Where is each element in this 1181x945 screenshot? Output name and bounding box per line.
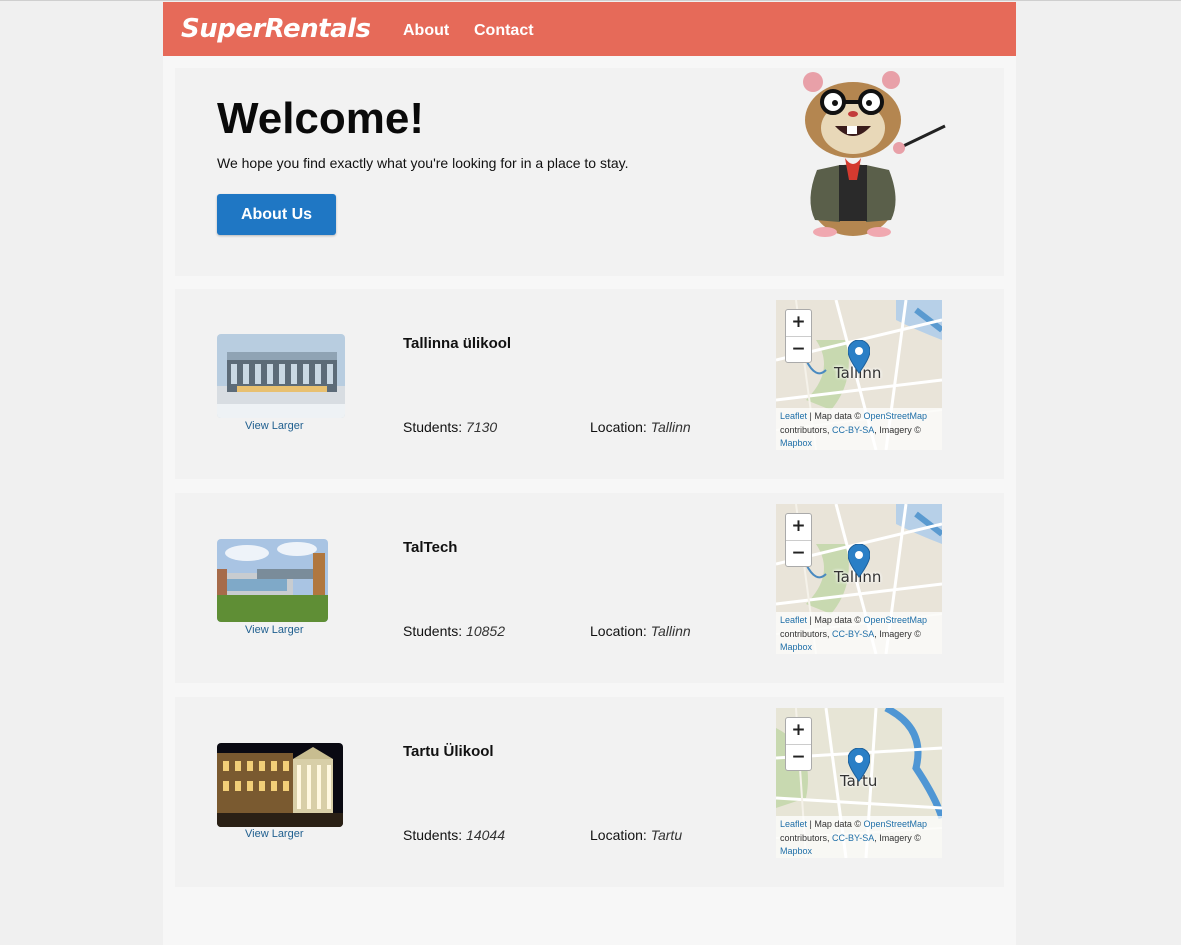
- listing-students: Students: 10852: [403, 623, 505, 639]
- view-larger-link[interactable]: View Larger: [245, 828, 304, 840]
- map-marker-icon[interactable]: [848, 340, 870, 374]
- zoom-in-button[interactable]: +: [786, 514, 811, 541]
- map-zoom-control: + −: [785, 513, 812, 567]
- osm-link[interactable]: OpenStreetMap: [864, 411, 928, 421]
- mapbox-link[interactable]: Mapbox: [780, 642, 812, 652]
- listing-map[interactable]: + − Tallinn Leaflet | Map data © OpenStr…: [776, 300, 942, 450]
- listing-title: Tallinna ülikool: [403, 335, 512, 352]
- students-value: 7130: [466, 419, 498, 435]
- license-link[interactable]: CC-BY-SA: [832, 425, 874, 435]
- welcome-title: Welcome!: [217, 94, 425, 143]
- rental-listing: View Larger Tartu Ülikool Students: 1404…: [175, 697, 1004, 887]
- zoom-out-button[interactable]: −: [786, 541, 811, 567]
- navbar: SuperRentals About Contact: [163, 2, 1016, 56]
- listing-location: Location: Tallinn: [590, 623, 691, 639]
- students-value: 10852: [466, 623, 505, 639]
- brand-logo-link[interactable]: SuperRentals: [181, 14, 371, 44]
- location-value: Tallinn: [650, 419, 691, 435]
- map-marker-icon[interactable]: [848, 544, 870, 578]
- rental-listing: View Larger Tallinna ülikool Students: 7…: [175, 289, 1004, 479]
- zoom-out-button[interactable]: −: [786, 745, 811, 771]
- page-container: SuperRentals About Contact Welcome! We h…: [163, 2, 1016, 945]
- zoom-in-button[interactable]: +: [786, 718, 811, 745]
- view-larger-link[interactable]: View Larger: [245, 624, 304, 636]
- map-attribution: Leaflet | Map data © OpenStreetMap contr…: [776, 612, 942, 654]
- welcome-subtitle: We hope you find exactly what you're loo…: [217, 155, 629, 171]
- map-attribution: Leaflet | Map data © OpenStreetMap contr…: [776, 816, 942, 858]
- mapbox-link[interactable]: Mapbox: [780, 438, 812, 448]
- listing-students: Students: 14044: [403, 827, 505, 843]
- zoom-in-button[interactable]: +: [786, 310, 811, 337]
- welcome-jumbotron: Welcome! We hope you find exactly what y…: [175, 68, 1004, 276]
- students-value: 14044: [466, 827, 505, 843]
- zoom-out-button[interactable]: −: [786, 337, 811, 363]
- about-us-button[interactable]: About Us: [217, 194, 336, 235]
- leaflet-link[interactable]: Leaflet: [780, 819, 807, 829]
- listing-map[interactable]: + − Tartu Leaflet | Map data © OpenStree…: [776, 708, 942, 858]
- nav-about-link[interactable]: About: [403, 22, 449, 40]
- listing-location: Location: Tartu: [590, 827, 683, 843]
- listing-photo[interactable]: [217, 539, 328, 622]
- tomster-mascot-icon: [803, 71, 946, 237]
- listing-location: Location: Tallinn: [590, 419, 691, 435]
- osm-link[interactable]: OpenStreetMap: [864, 819, 928, 829]
- location-value: Tallinn: [650, 623, 691, 639]
- license-link[interactable]: CC-BY-SA: [832, 833, 874, 843]
- map-zoom-control: + −: [785, 309, 812, 363]
- listing-title: Tartu Ülikool: [403, 743, 494, 760]
- nav-contact-link[interactable]: Contact: [474, 22, 534, 40]
- mapbox-link[interactable]: Mapbox: [780, 846, 812, 856]
- listing-title: TalTech: [403, 539, 458, 556]
- listing-students: Students: 7130: [403, 419, 498, 435]
- view-larger-link[interactable]: View Larger: [245, 420, 304, 432]
- listing-photo[interactable]: [217, 743, 343, 827]
- osm-link[interactable]: OpenStreetMap: [864, 615, 928, 625]
- rental-listing: View Larger TalTech Students: 10852 Loca…: [175, 493, 1004, 683]
- location-value: Tartu: [650, 827, 683, 843]
- leaflet-link[interactable]: Leaflet: [780, 615, 807, 625]
- map-marker-icon[interactable]: [848, 748, 870, 782]
- map-attribution: Leaflet | Map data © OpenStreetMap contr…: [776, 408, 942, 450]
- listing-photo[interactable]: [217, 334, 345, 418]
- map-zoom-control: + −: [785, 717, 812, 771]
- license-link[interactable]: CC-BY-SA: [832, 629, 874, 639]
- leaflet-link[interactable]: Leaflet: [780, 411, 807, 421]
- listing-map[interactable]: + − Tallinn Leaflet | Map data © OpenStr…: [776, 504, 942, 654]
